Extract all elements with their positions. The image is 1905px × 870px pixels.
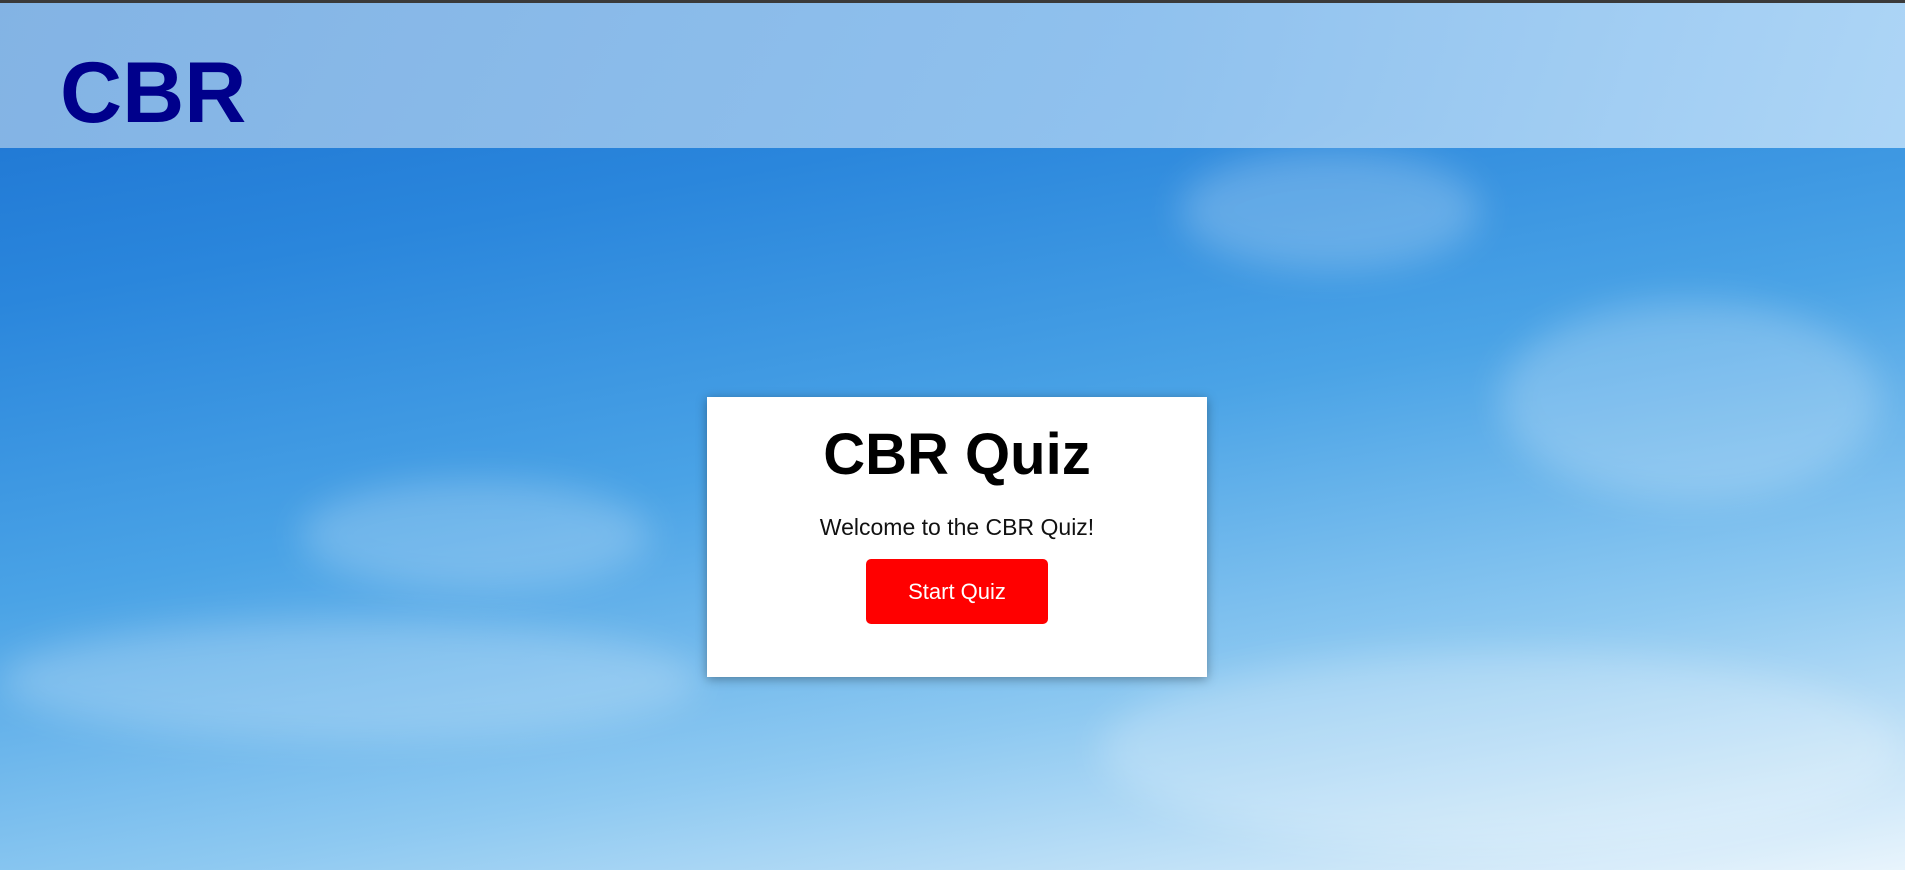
site-logo: CBR: [60, 45, 247, 141]
site-header: CBR: [0, 3, 1905, 148]
quiz-card: CBR Quiz Welcome to the CBR Quiz! Start …: [707, 397, 1207, 677]
welcome-message: Welcome to the CBR Quiz!: [819, 514, 1095, 540]
quiz-title: CBR Quiz: [823, 422, 1091, 487]
start-quiz-button[interactable]: Start Quiz: [866, 559, 1048, 624]
